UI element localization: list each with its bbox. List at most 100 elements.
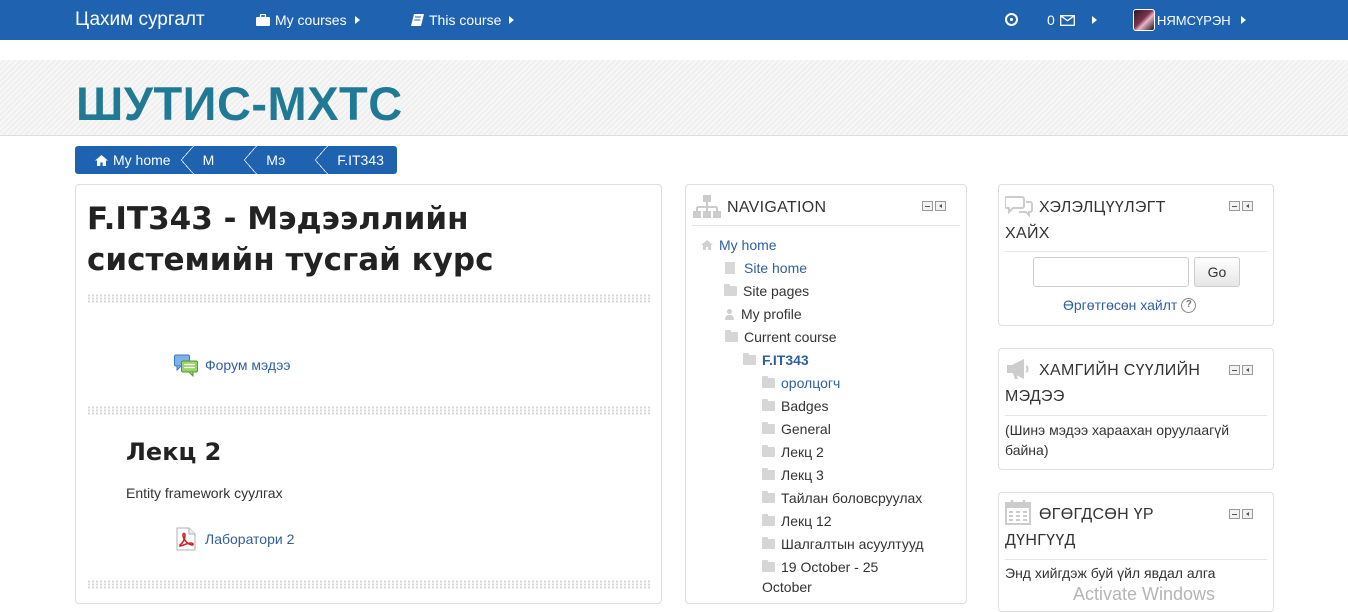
minimize-icon[interactable] [1229,365,1240,375]
forum-icon [174,354,198,377]
breadcrumb-course[interactable]: F.IT343 [329,146,397,174]
news-empty-line1: (Шинэ мэдээ хараахан оруулаагүй [1005,422,1230,438]
home-icon [701,240,713,250]
folder-icon [762,399,775,411]
nav-section-lecture-12[interactable]: Лекц 12 [762,513,832,529]
nav-label: Current course [744,329,837,345]
forum-activity-link[interactable]: Форум мэдээ [174,353,291,377]
nav-label: Site pages [743,283,810,299]
nav-label: My home [719,237,777,253]
forum-search-input[interactable] [1033,257,1189,287]
nav-section-lecture-3[interactable]: Лекц 3 [762,467,824,483]
nav-course-f-it343[interactable]: F.IT343 [743,352,809,368]
this-course-label: This course [429,12,502,28]
news-block-title-line1: ХАМГИЙН СҮҮЛИЙН [1039,362,1201,379]
nav-current-course[interactable]: Current course [725,329,837,345]
pdf-icon [176,527,196,551]
book-icon [411,14,424,26]
nav-label: Шалгалтын асуултууд [781,536,924,552]
nav-label: 19 October - 25 [781,559,879,575]
nav-site-home[interactable]: Site home [725,260,807,276]
breadcrumb-m[interactable]: M [195,146,245,174]
site-brand-link[interactable]: Цахим сургалт [75,9,205,31]
folder-open-icon [743,353,756,365]
breadcrumb-separator [244,144,259,176]
minimize-icon[interactable] [922,201,933,211]
dock-icon[interactable] [1242,509,1253,519]
caret-right-icon [1240,16,1246,24]
section-divider [87,294,651,303]
nav-section-badges[interactable]: Badges [762,398,828,414]
events-block-title-line1: ӨГӨГДСӨН ҮР [1039,506,1154,523]
nav-label: My profile [741,306,802,322]
go-button[interactable]: Go [1194,257,1240,287]
envelope-icon [1059,14,1075,26]
site-title: ШУТИС-МХТС [76,77,403,130]
briefcase-icon [256,14,270,26]
breadcrumb-separator [180,144,195,176]
course-title: F.IT343 - Мэдээллийн системийн тусгай ку… [87,201,494,278]
breadcrumb-my-home[interactable]: My home [75,146,181,174]
nav-section-report[interactable]: Тайлан боловсруулах [762,490,922,506]
dock-icon[interactable] [1242,365,1253,375]
folder-icon [762,445,775,457]
section-title: Лекц 2 [126,438,222,466]
nav-section-exam-questions[interactable]: Шалгалтын асуултууд [762,536,924,552]
nav-label: General [781,421,831,437]
bullhorn-icon [1007,359,1029,379]
my-courses-label: My courses [275,12,347,28]
lab-resource-link[interactable]: Лаборатори 2 [176,527,294,551]
latest-news-block: ХАМГИЙН СҮҮЛИЙН МЭДЭЭ (Шинэ мэдээ хараах… [998,348,1274,470]
clock-icon [1005,13,1018,26]
comments-icon [1005,196,1033,217]
help-icon[interactable]: ? [1181,297,1197,313]
folder-icon [762,376,775,388]
caret-right-icon [509,16,515,24]
messages-menu[interactable]: 0 [1047,12,1097,28]
folder-open-icon [725,330,738,342]
nav-my-home[interactable]: My home [701,237,777,253]
block-divider [1005,415,1267,416]
this-course-menu[interactable]: This course [411,12,515,28]
nav-label: Лекц 3 [781,467,824,483]
minimize-icon[interactable] [1229,509,1240,519]
folder-icon [762,537,775,549]
my-courses-menu[interactable]: My courses [256,12,360,28]
nav-label: F.IT343 [762,352,809,368]
breadcrumb-me[interactable]: Мэ [258,146,315,174]
notifications-button[interactable] [1005,13,1018,26]
breadcrumb-separator [315,144,330,176]
nav-section-week[interactable]: 19 October - 25 [762,559,878,575]
block-controls [1229,201,1253,211]
nav-section-general[interactable]: General [762,421,831,437]
folder-icon [762,468,775,480]
user-avatar [1133,9,1155,31]
advanced-search-link[interactable]: Өргөтгөсөн хайлт ? [1063,297,1197,313]
user-icon [724,308,734,320]
breadcrumb-label: My home [113,152,171,168]
search-block-title-line2: ХАЙХ [1005,225,1050,242]
page-icon [725,262,735,274]
folder-icon [762,514,775,526]
section-summary: Entity framework суулгах [126,485,283,501]
nav-label: Лекц 2 [781,444,824,460]
section-divider [87,580,651,589]
nav-section-lecture-2[interactable]: Лекц 2 [762,444,824,460]
minimize-icon[interactable] [1229,201,1240,211]
user-menu[interactable]: НЯМСҮРЭН [1133,9,1246,31]
nav-section-participants[interactable]: оролцогч [762,375,840,391]
dock-icon[interactable] [935,201,946,211]
sitemap-icon [693,195,721,218]
navigation-title: NAVIGATION [727,199,827,216]
message-count: 0 [1047,12,1055,28]
search-forums-block: ХЭЛЭЛЦҮҮЛЭГТ ХАЙХ Go Өргөтгөсөн хайлт ? [998,184,1274,326]
events-empty-text: Энд хийгдэж буй үйл явдал алга [1005,565,1216,581]
course-content: F.IT343 - Мэдээллийн системийн тусгай ку… [75,184,662,604]
block-divider [1005,559,1267,560]
caret-right-icon [354,16,360,24]
nav-my-profile[interactable]: My profile [724,306,802,322]
nav-site-pages[interactable]: Site pages [724,283,809,299]
dock-icon[interactable] [1242,201,1253,211]
advanced-search-label: Өргөтгөсөн хайлт [1063,297,1178,313]
breadcrumb: My home M Мэ F.IT343 [75,144,397,176]
